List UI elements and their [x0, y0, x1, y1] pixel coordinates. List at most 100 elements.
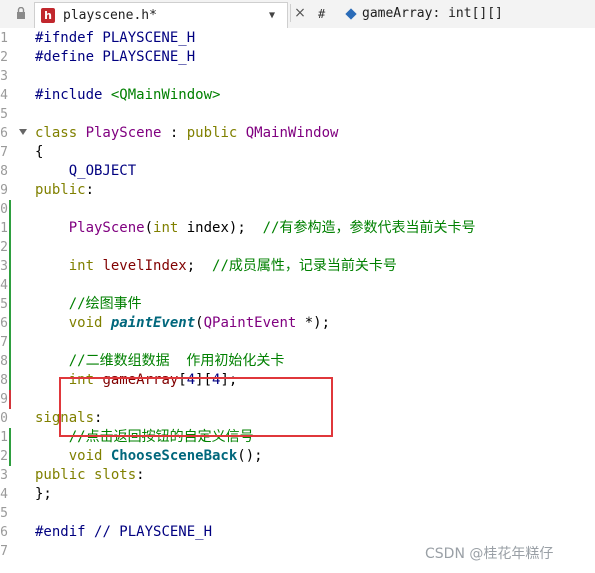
change-marker — [9, 295, 11, 314]
symbol-selector[interactable]: gameArray: int[][] — [362, 0, 503, 28]
code-token: #endif — [35, 524, 95, 540]
line-number: 1 — [0, 31, 8, 46]
code-line[interactable]: 4}; — [0, 485, 595, 504]
code-text: #ifndef PLAYSCENE_H — [35, 29, 195, 48]
line-number: 7 — [0, 335, 8, 350]
code-text: void ChooseSceneBack(); — [35, 447, 263, 466]
code-line[interactable]: 3 int levelIndex; //成员属性，记录当前关卡号 — [0, 257, 595, 276]
highlight-box — [59, 377, 333, 437]
code-text: #define PLAYSCENE_H — [35, 48, 195, 67]
code-line[interactable]: 2 — [0, 238, 595, 257]
code-token: : — [136, 467, 145, 483]
code-line[interactable]: 5 //绘图事件 — [0, 295, 595, 314]
line-number: 4 — [0, 88, 8, 103]
line-number: 1 — [0, 221, 8, 236]
line-number: 6 — [0, 126, 8, 141]
code-token: class — [35, 125, 86, 141]
line-number: 4 — [0, 278, 8, 293]
code-line[interactable]: 2 #define PLAYSCENE_H — [0, 48, 595, 67]
code-line[interactable]: 1 PlayScene(int index); //有参构造，参数代表当前关卡号 — [0, 219, 595, 238]
code-text: #endif // PLAYSCENE_H — [35, 523, 212, 542]
code-line[interactable]: 0 — [0, 200, 595, 219]
code-line[interactable]: 1 #ifndef PLAYSCENE_H — [0, 29, 595, 48]
code-line[interactable]: 4 — [0, 276, 595, 295]
line-number: 9 — [0, 183, 8, 198]
code-token: //绘图事件 — [35, 296, 142, 312]
code-token: #ifndef PLAYSCENE_H — [35, 30, 196, 46]
close-icon[interactable]: × — [290, 4, 309, 22]
header-file-icon: h — [41, 8, 55, 23]
line-number: 8 — [0, 354, 8, 369]
code-line[interactable]: 3 public slots: — [0, 466, 595, 485]
change-marker — [9, 257, 11, 276]
code-text: void paintEvent(QPaintEvent *); — [35, 314, 330, 333]
code-line[interactable]: 5 — [0, 105, 595, 124]
code-token: //成员属性，记录当前关卡号 — [212, 258, 397, 274]
line-number: 7 — [0, 145, 8, 160]
line-number: 3 — [0, 468, 8, 483]
code-line[interactable]: 7{ — [0, 143, 595, 162]
code-text: PlayScene(int index); //有参构造，参数代表当前关卡号 — [35, 219, 476, 238]
code-token: *); — [296, 315, 331, 331]
code-token: ( — [195, 315, 204, 331]
code-line[interactable]: 6 #endif // PLAYSCENE_H — [0, 523, 595, 542]
line-number: 2 — [0, 240, 8, 255]
code-line[interactable]: 2 void ChooseSceneBack(); — [0, 447, 595, 466]
code-text: public slots: — [35, 466, 145, 485]
code-token: int — [153, 220, 179, 236]
code-text: public: — [35, 181, 94, 200]
line-number: 7 — [0, 544, 8, 559]
code-editor[interactable]: 1 #ifndef PLAYSCENE_H 2 #define PLAYSCENE_H… — [0, 28, 595, 573]
line-number: 0 — [0, 411, 8, 426]
code-token: Q_OBJECT — [35, 163, 137, 179]
line-number: 8 — [0, 373, 8, 388]
code-token: public — [35, 182, 86, 198]
code-line[interactable]: 4 #include <QMainWindow> — [0, 86, 595, 105]
code-token: ; — [186, 258, 213, 274]
change-marker — [9, 200, 11, 219]
code-token: //二维数组数据 作用初始化关卡 — [35, 353, 285, 369]
code-token: (); — [237, 448, 263, 464]
code-line[interactable]: 5 — [0, 504, 595, 523]
change-marker — [9, 333, 11, 352]
code-text: }; — [35, 485, 52, 504]
change-marker — [9, 219, 11, 238]
code-token: ChooseSceneBack — [110, 448, 238, 464]
lock-icon[interactable] — [16, 7, 26, 19]
change-marker — [9, 371, 11, 390]
code-text: Q_OBJECT — [35, 162, 136, 181]
line-number: 1 — [0, 430, 8, 445]
code-line[interactable]: 6 void paintEvent(QPaintEvent *); — [0, 314, 595, 333]
code-token: { — [35, 144, 44, 160]
code-text: { — [35, 143, 43, 162]
fold-arrow-icon[interactable] — [19, 129, 27, 135]
code-token: public — [186, 125, 246, 141]
code-token: levelIndex — [102, 258, 187, 274]
code-token: <QMainWindow> — [110, 87, 221, 103]
code-line[interactable]: 8 Q_OBJECT — [0, 162, 595, 181]
code-token: PlayScene — [85, 125, 162, 141]
code-line[interactable]: 8 //二维数组数据 作用初始化关卡 — [0, 352, 595, 371]
change-marker — [9, 390, 11, 409]
code-text: int levelIndex; //成员属性，记录当前关卡号 — [35, 257, 397, 276]
code-line[interactable]: 9 public: — [0, 181, 595, 200]
line-number: 5 — [0, 506, 8, 521]
change-marker — [9, 428, 11, 447]
code-token: #define PLAYSCENE_H — [35, 49, 196, 65]
code-token: void — [35, 448, 111, 464]
code-text: //二维数组数据 作用初始化关卡 — [35, 352, 285, 371]
code-token: #include — [35, 87, 111, 103]
line-number: 2 — [0, 449, 8, 464]
code-token: : — [161, 125, 187, 141]
code-text: #include <QMainWindow> — [35, 86, 220, 105]
chevron-down-icon[interactable]: ▼ — [269, 3, 275, 28]
line-number: 3 — [0, 259, 8, 274]
hash-selector[interactable]: # — [318, 0, 325, 28]
line-number: 2 — [0, 50, 8, 65]
code-line[interactable]: 6 class PlayScene : public QMainWindow — [0, 124, 595, 143]
code-line[interactable]: 3 — [0, 67, 595, 86]
code-line[interactable]: 7 — [0, 333, 595, 352]
tab-playscene-h[interactable]: h playscene.h* ▼ — [34, 2, 288, 28]
change-marker — [9, 314, 11, 333]
line-number: 8 — [0, 164, 8, 179]
